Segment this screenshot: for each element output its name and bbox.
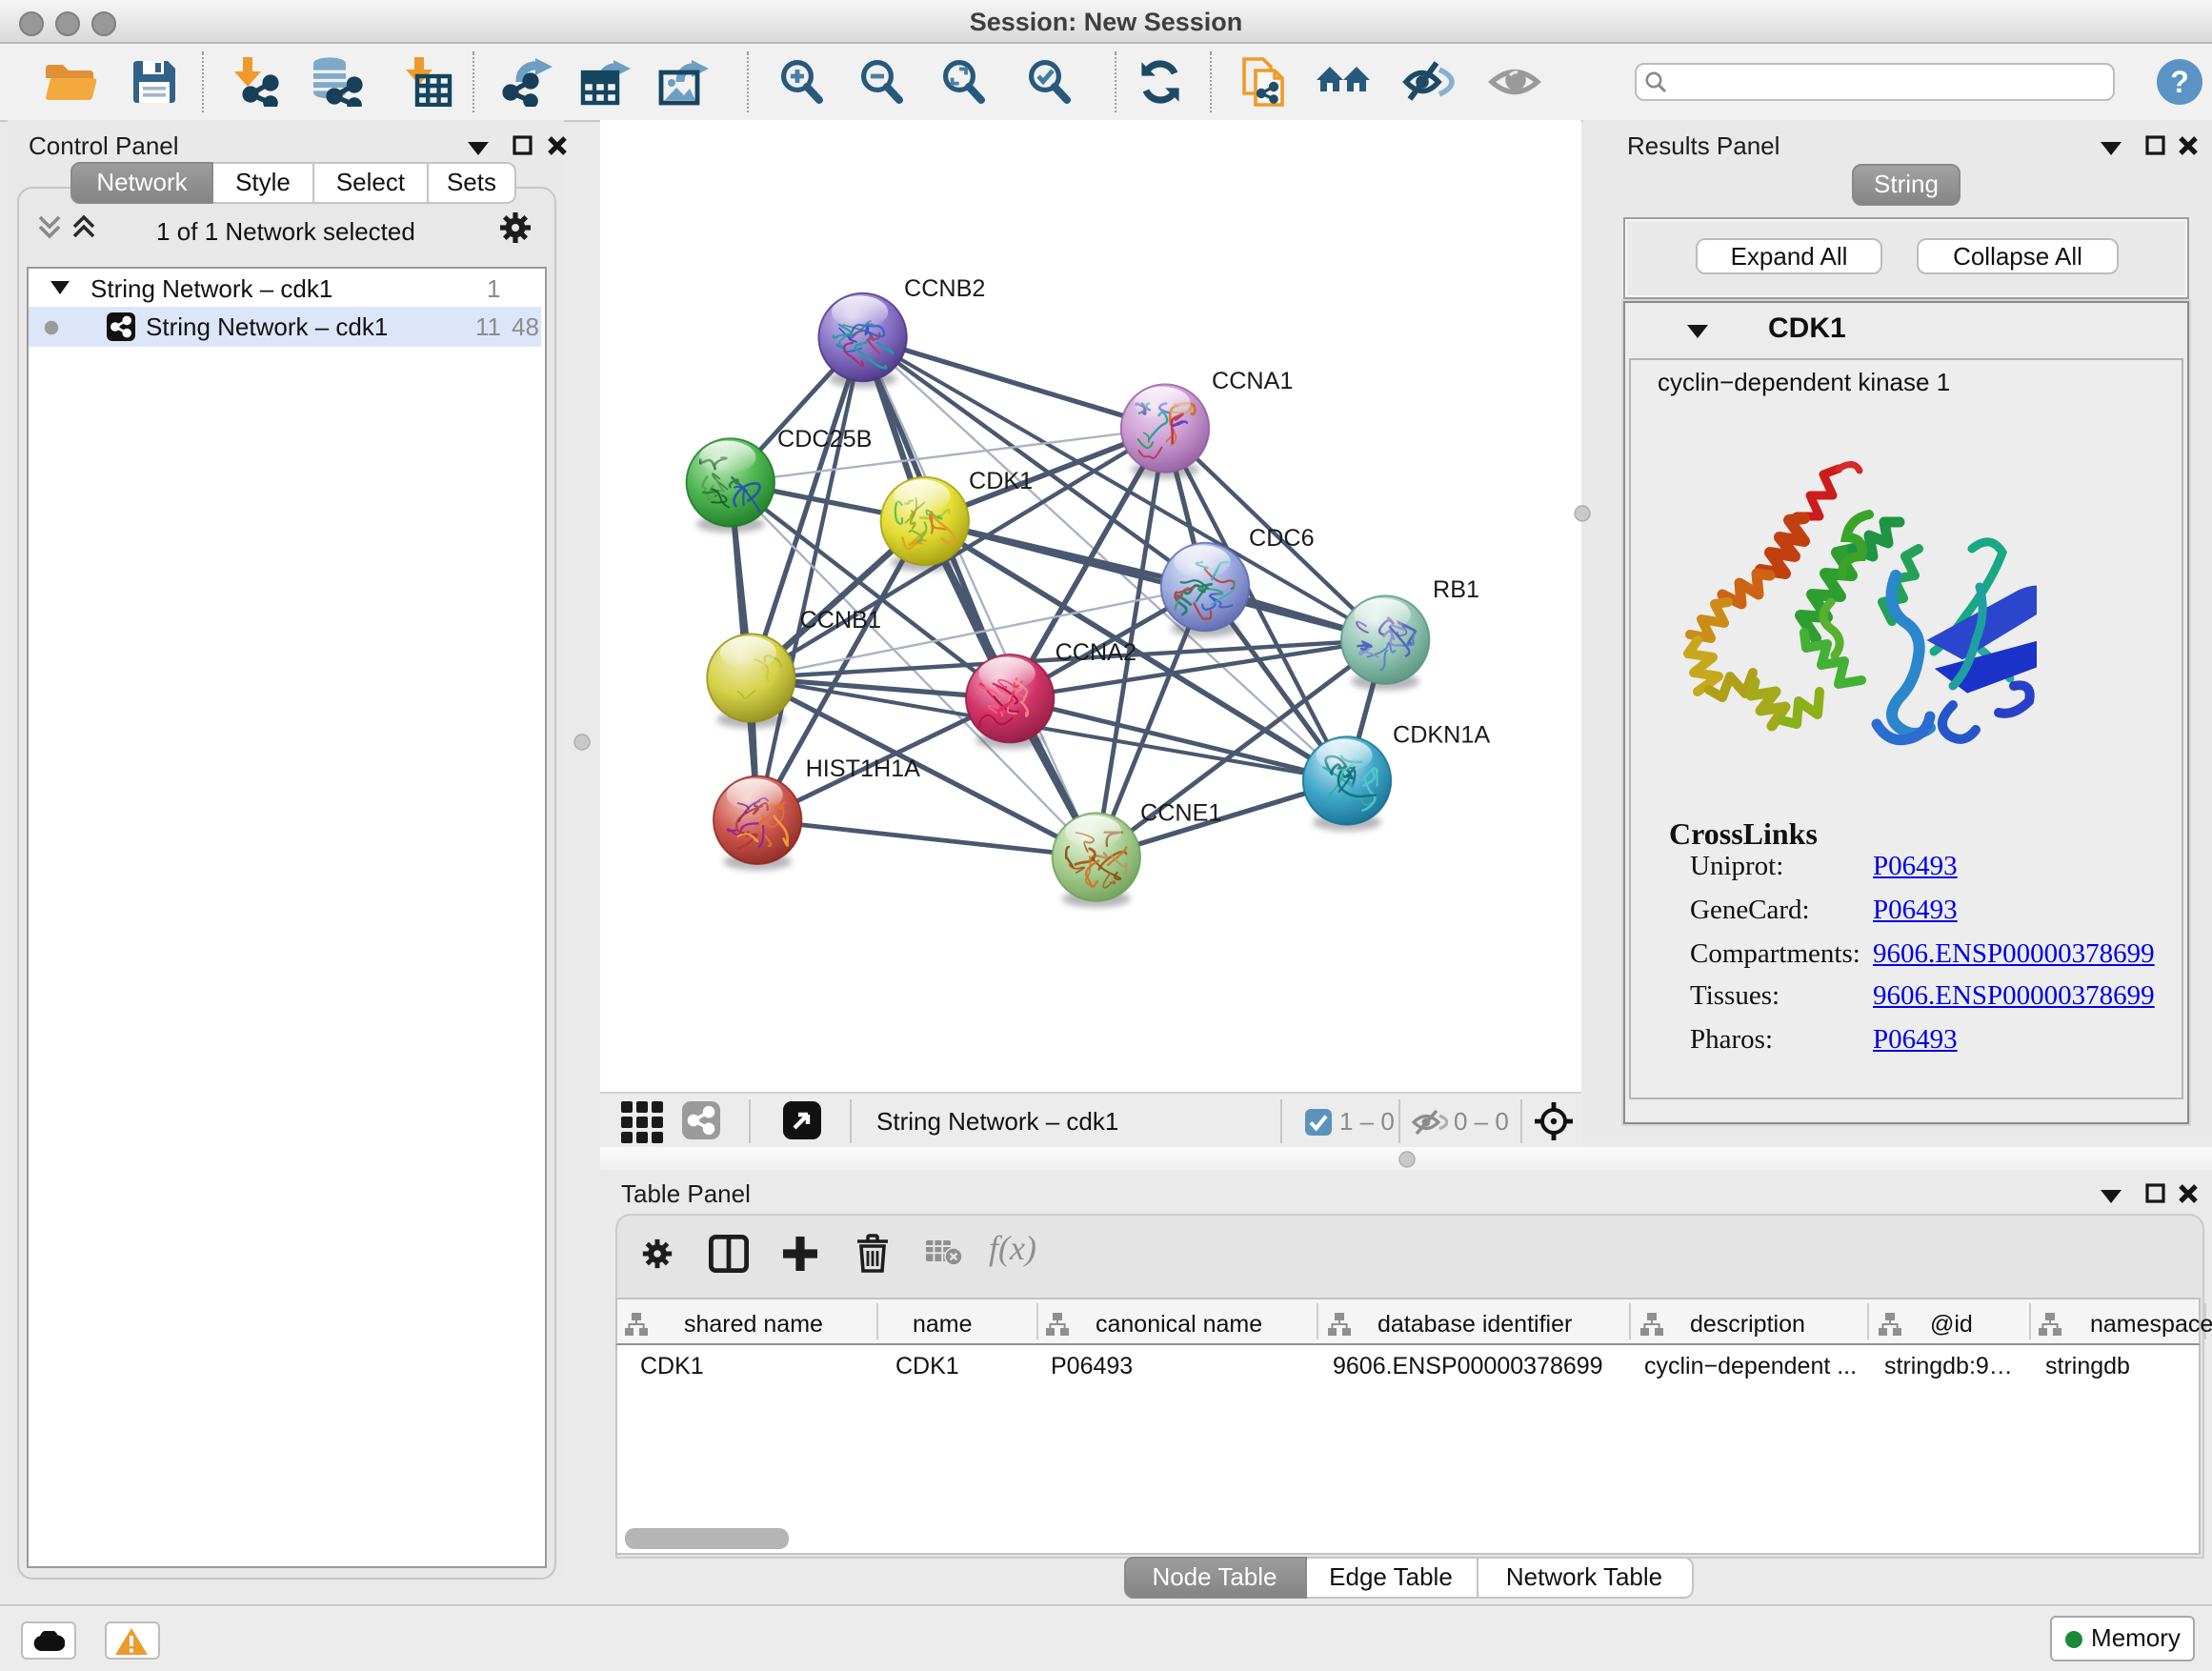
svg-text:CCNA1: CCNA1 <box>1212 368 1293 394</box>
svg-text:CCNE1: CCNE1 <box>1140 799 1221 826</box>
svg-text:CCNA2: CCNA2 <box>1056 639 1136 666</box>
svg-text:CDC25B: CDC25B <box>777 426 872 453</box>
svg-text:CDKN1A: CDKN1A <box>1393 721 1490 748</box>
svg-text:CCNB1: CCNB1 <box>800 607 881 634</box>
svg-text:?: ? <box>2170 65 2189 99</box>
svg-text:RB1: RB1 <box>1433 576 1479 603</box>
svg-text:CCNB2: CCNB2 <box>904 275 985 302</box>
svg-text:HIST1H1A: HIST1H1A <box>806 755 921 782</box>
svg-text:CDK1: CDK1 <box>969 468 1033 494</box>
svg-text:CDC6: CDC6 <box>1249 525 1315 552</box>
